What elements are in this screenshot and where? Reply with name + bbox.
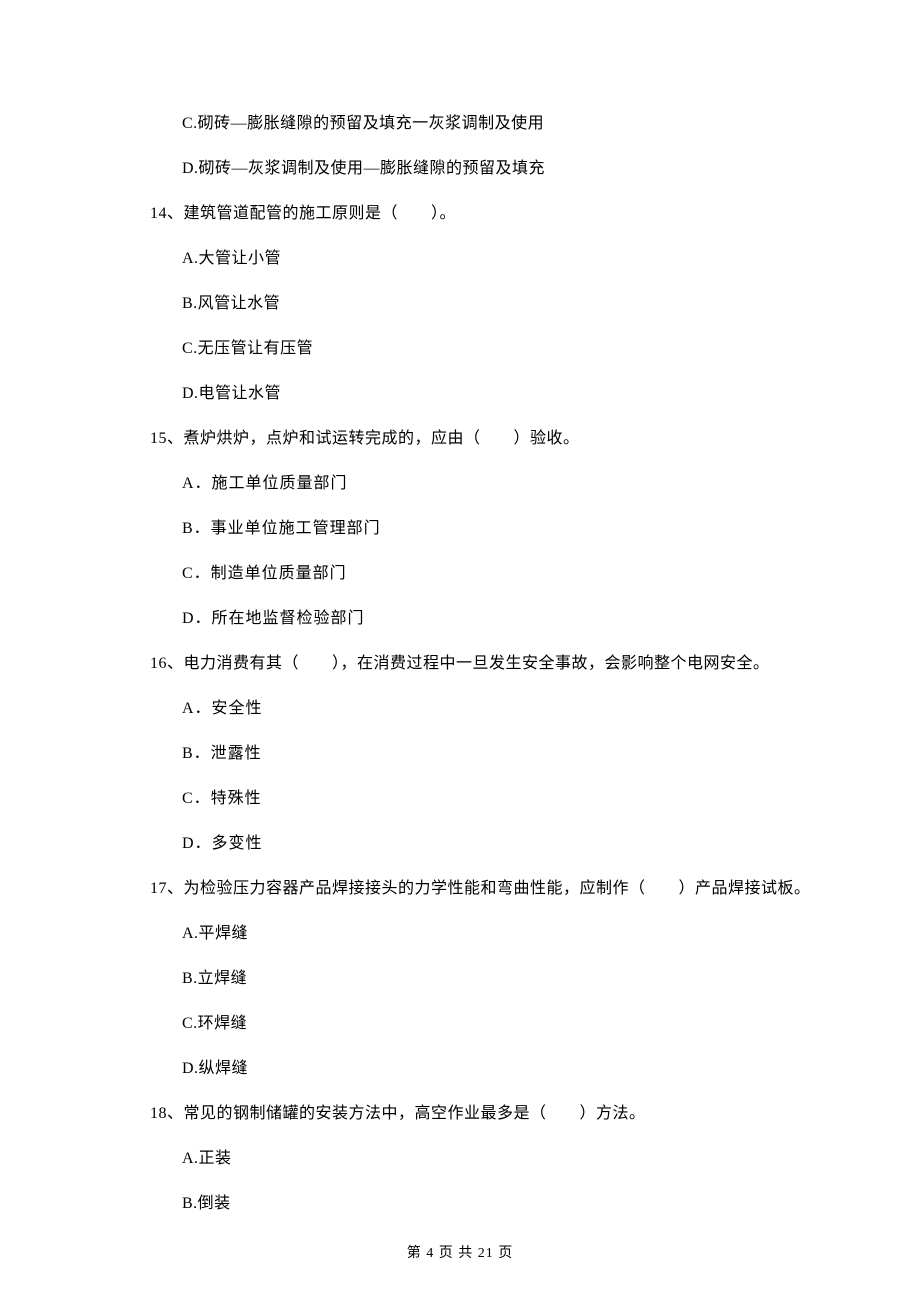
question-14-option-b: B.风管让水管 bbox=[150, 292, 820, 316]
orphan-option-c: C.砌砖—膨胀缝隙的预留及填充一灰浆调制及使用 bbox=[150, 112, 820, 136]
question-16-option-d: D．多变性 bbox=[150, 832, 820, 856]
question-17-option-d: D.纵焊缝 bbox=[150, 1057, 820, 1081]
page-footer: 第 4 页 共 21 页 bbox=[0, 1243, 920, 1264]
question-16-option-a: A．安全性 bbox=[150, 697, 820, 721]
question-18-option-b: B.倒装 bbox=[150, 1192, 820, 1216]
question-14-option-a: A.大管让小管 bbox=[150, 247, 820, 271]
question-17-stem: 17、为检验压力容器产品焊接接头的力学性能和弯曲性能，应制作（ ）产品焊接试板。 bbox=[150, 877, 820, 901]
question-14-option-d: D.电管让水管 bbox=[150, 382, 820, 406]
question-14-stem: 14、建筑管道配管的施工原则是（ ）。 bbox=[150, 202, 820, 226]
question-15-option-c: C．制造单位质量部门 bbox=[150, 562, 820, 586]
question-15-option-b: B．事业单位施工管理部门 bbox=[150, 517, 820, 541]
question-18-stem: 18、常见的钢制储罐的安装方法中，高空作业最多是（ ）方法。 bbox=[150, 1102, 820, 1126]
question-16-option-b: B．泄露性 bbox=[150, 742, 820, 766]
question-16-stem: 16、电力消费有其（ ），在消费过程中一旦发生安全事故，会影响整个电网安全。 bbox=[150, 652, 820, 676]
question-17-option-a: A.平焊缝 bbox=[150, 922, 820, 946]
question-17-option-c: C.环焊缝 bbox=[150, 1012, 820, 1036]
orphan-option-d: D.砌砖—灰浆调制及使用—膨胀缝隙的预留及填充 bbox=[150, 157, 820, 181]
question-15-stem: 15、煮炉烘炉，点炉和试运转完成的，应由（ ）验收。 bbox=[150, 427, 820, 451]
question-15-option-a: A．施工单位质量部门 bbox=[150, 472, 820, 496]
page-content: C.砌砖—膨胀缝隙的预留及填充一灰浆调制及使用 D.砌砖—灰浆调制及使用—膨胀缝… bbox=[0, 0, 920, 1216]
question-18-option-a: A.正装 bbox=[150, 1147, 820, 1171]
question-16-option-c: C．特殊性 bbox=[150, 787, 820, 811]
question-17-option-b: B.立焊缝 bbox=[150, 967, 820, 991]
question-15-option-d: D．所在地监督检验部门 bbox=[150, 607, 820, 631]
question-14-option-c: C.无压管让有压管 bbox=[150, 337, 820, 361]
